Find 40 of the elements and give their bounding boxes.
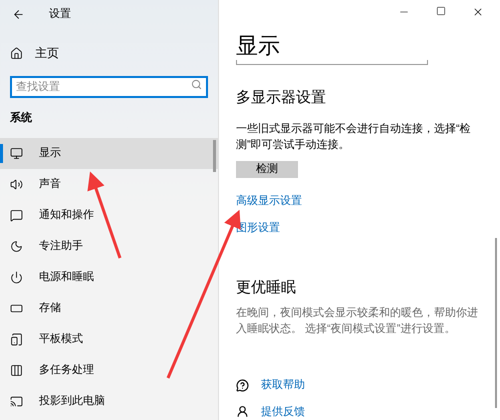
help-link[interactable]: 获取帮助 [236, 377, 305, 394]
page-title: 显示 [236, 32, 281, 60]
sidebar-item[interactable]: 电源和睡眠 [0, 262, 218, 292]
search-field[interactable]: 查找设置 [10, 76, 208, 98]
sidebar-item[interactable]: 平板模式 [0, 324, 218, 354]
person-icon [236, 405, 249, 418]
sidebar-item[interactable]: 通知和操作 [0, 200, 218, 230]
sidebar-item[interactable]: 存储 [0, 292, 218, 324]
speaker-icon [10, 178, 23, 190]
close-icon[interactable] [472, 6, 484, 18]
scrollbar[interactable] [495, 238, 497, 408]
dropdown-field[interactable] [236, 60, 428, 64]
section-heading: 系统 [9, 110, 33, 126]
cast-icon [10, 394, 23, 408]
description-text: 在晚间，夜间模式会显示较柔和的暖色，帮助你进入睡眠状态。 选择“夜间模式设置”进行设置。 [236, 306, 479, 337]
monitor-icon [10, 146, 23, 160]
scrollbar[interactable] [213, 140, 216, 172]
sidebar-item[interactable]: 专注助手 [0, 230, 218, 262]
multitask-icon [10, 364, 23, 376]
sidebar-item[interactable]: 显示 [0, 138, 218, 168]
tablet-icon [10, 332, 23, 346]
message-icon [10, 208, 23, 222]
description-text: 一些旧式显示器可能不会进行自动连接，选择“检测”即可尝试手动连接。 [236, 122, 472, 153]
settings-link[interactable]: 高级显示设置 [236, 192, 302, 209]
power-icon [10, 270, 23, 284]
chat-question-icon [236, 378, 249, 392]
moon-icon [10, 240, 23, 252]
maximize-icon[interactable] [436, 6, 446, 16]
home-item[interactable]: 主页 [0, 42, 218, 64]
section-heading: 更优睡眠 [236, 278, 297, 298]
window-title: 设置 [49, 6, 71, 22]
detect-button[interactable]: 检测 [236, 161, 298, 178]
search-icon [191, 79, 202, 90]
sidebar-item[interactable]: 多任务处理 [0, 354, 218, 386]
home-icon [10, 46, 23, 60]
help-link[interactable]: 提供反馈 [236, 404, 305, 420]
sidebar-item[interactable]: 声音 [0, 168, 218, 200]
back-icon[interactable] [12, 8, 25, 20]
section-heading: 多显示器设置 [236, 88, 327, 108]
sidebar-item[interactable]: 投影到此电脑 [0, 386, 218, 416]
